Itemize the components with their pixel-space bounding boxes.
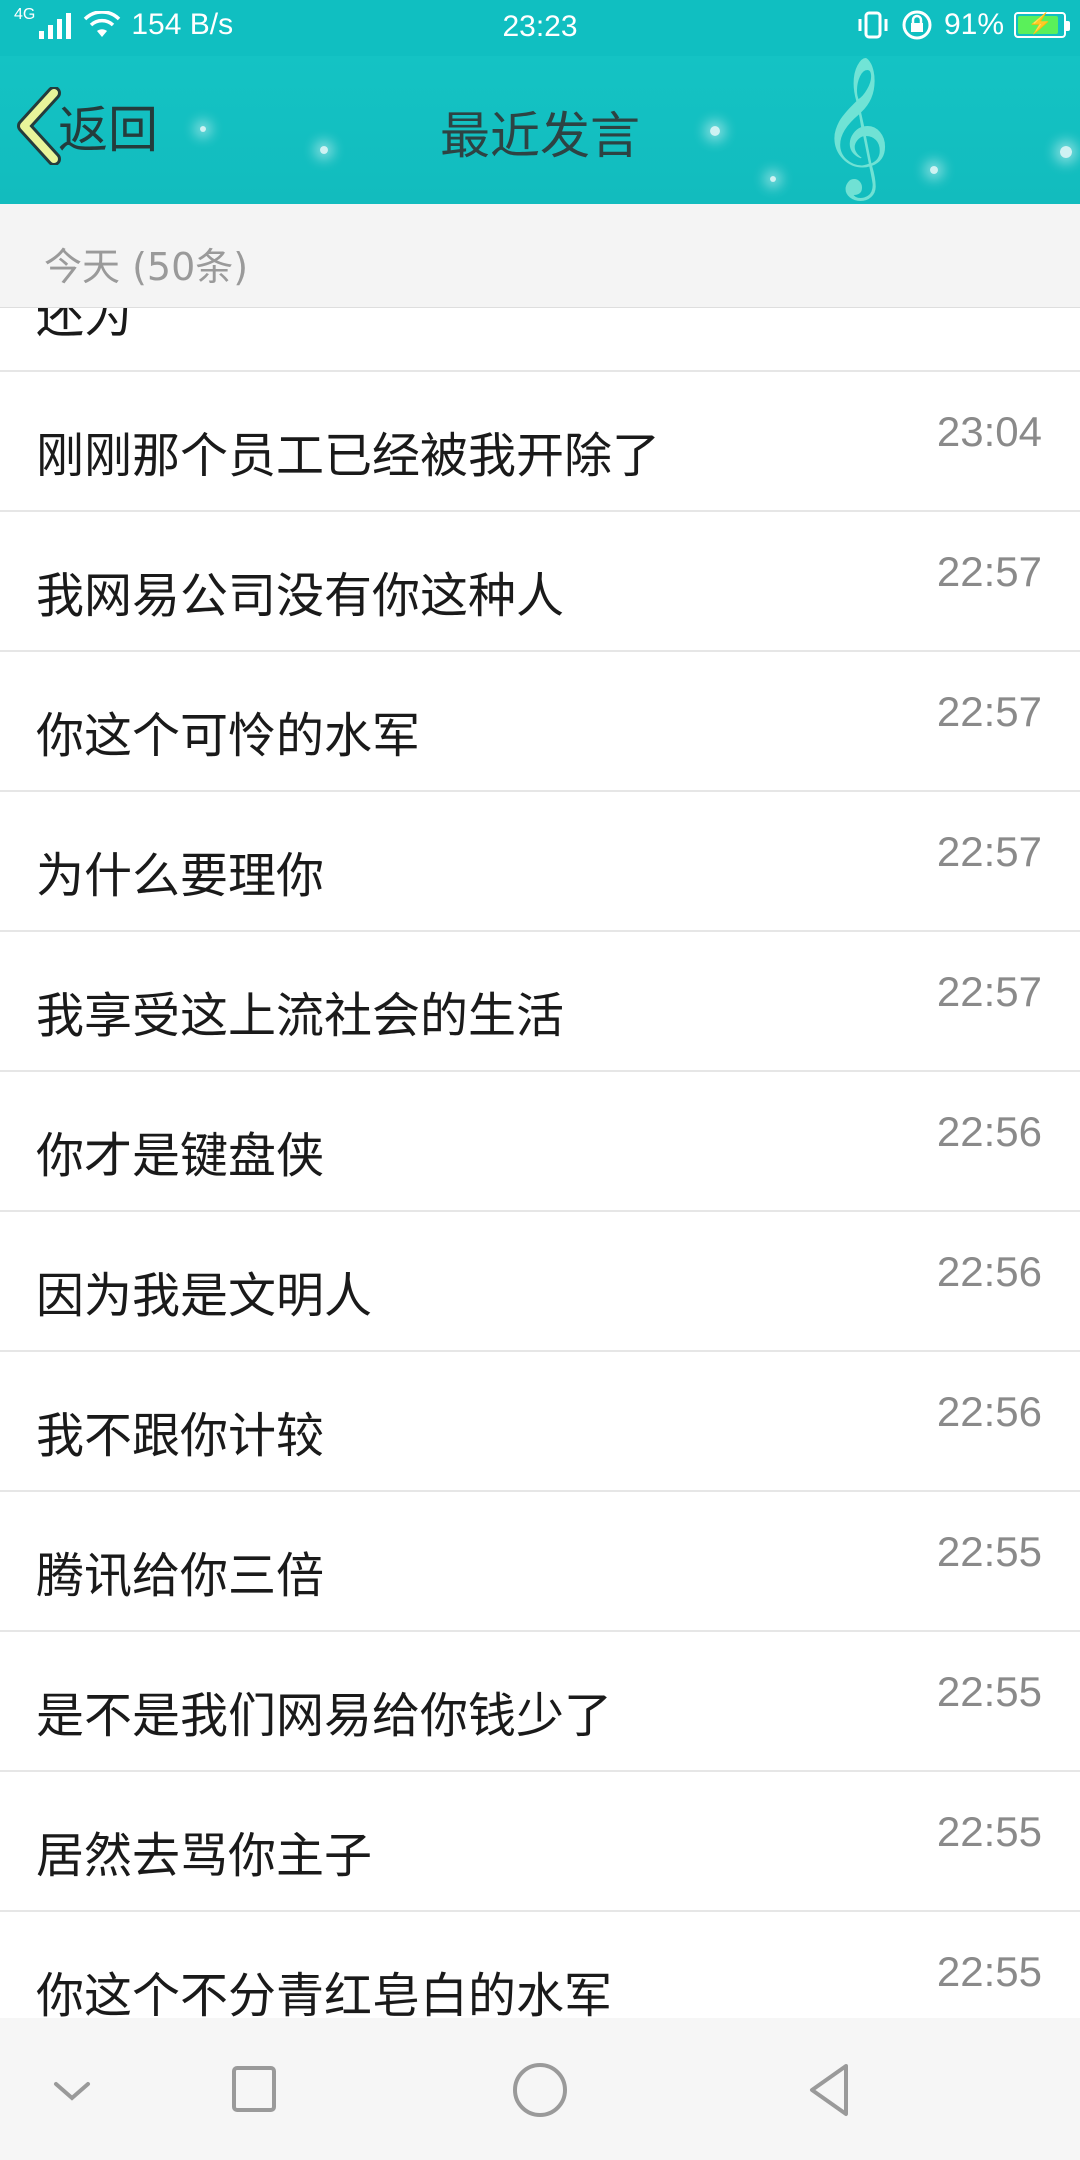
message-text: 为什么要理你 bbox=[36, 848, 325, 904]
message-time: 23:04 bbox=[937, 308, 1042, 316]
message-text: 你才是键盘侠 bbox=[36, 1128, 325, 1184]
message-row[interactable]: 是不是我们网易给你钱少了 22:55 bbox=[0, 1632, 1080, 1772]
message-row[interactable]: 你这个不分青红皂白的水军 22:55 bbox=[0, 1912, 1080, 2018]
vibrate-icon bbox=[858, 11, 888, 39]
message-row[interactable]: 你这个可怜的水军 22:57 bbox=[0, 652, 1080, 792]
message-row[interactable]: 我不跟你计较 22:56 bbox=[0, 1352, 1080, 1492]
message-time: 22:55 bbox=[936, 1668, 1042, 1715]
rotation-lock-icon bbox=[902, 10, 932, 40]
message-row[interactable]: 你才是键盘侠 22:56 bbox=[0, 1072, 1080, 1212]
section-label: 今天 (50条) bbox=[44, 245, 249, 289]
message-time: 22:55 bbox=[936, 1948, 1042, 1995]
message-time: 22:57 bbox=[936, 548, 1042, 595]
message-text: 因为我是文明人 bbox=[36, 1268, 373, 1324]
message-text: 是不是我们网易给你钱少了 bbox=[36, 1688, 613, 1744]
message-time: 22:56 bbox=[936, 1108, 1042, 1155]
message-time: 22:57 bbox=[936, 968, 1042, 1015]
status-right: 91% ⚡ bbox=[856, 8, 1070, 42]
message-text: 我享受这上流社会的生活 bbox=[36, 988, 565, 1044]
message-text: 居然去骂你主子 bbox=[36, 1828, 373, 1884]
hide-nav-chevron-icon[interactable] bbox=[32, 2050, 112, 2130]
message-time: 22:57 bbox=[936, 688, 1042, 735]
section-header: 今天 (50条) bbox=[0, 204, 1080, 308]
message-text: 我不跟你计较 bbox=[36, 1408, 325, 1464]
charging-icon: ⚡ bbox=[1027, 13, 1053, 35]
message-time: 22:55 bbox=[936, 1808, 1042, 1855]
message-row[interactable]: 还为 23:04 bbox=[0, 308, 1080, 372]
message-row[interactable]: 居然去骂你主子 22:55 bbox=[0, 1772, 1080, 1912]
message-time: 22:57 bbox=[936, 828, 1042, 875]
page-title: 最近发言 bbox=[440, 107, 640, 165]
battery-icon: ⚡ bbox=[1014, 12, 1070, 38]
message-row[interactable]: 我享受这上流社会的生活 22:57 bbox=[0, 932, 1080, 1072]
message-text: 你这个可怜的水军 bbox=[36, 708, 421, 764]
message-text: 腾讯给你三倍 bbox=[36, 1548, 325, 1604]
message-time: 22:56 bbox=[936, 1388, 1042, 1435]
system-nav-bar bbox=[0, 2018, 1080, 2160]
recents-square-icon[interactable] bbox=[214, 2050, 294, 2130]
message-row[interactable]: 我网易公司没有你这种人 22:57 bbox=[0, 512, 1080, 652]
message-text: 我网易公司没有你这种人 bbox=[36, 568, 565, 624]
message-row[interactable]: 因为我是文明人 22:56 bbox=[0, 1212, 1080, 1352]
message-list[interactable]: 还为 23:04 刚刚那个员工已经被我开除了 23:04 我网易公司没有你这种人 22:5… bbox=[0, 308, 1080, 2018]
message-row[interactable]: 腾讯给你三倍 22:55 bbox=[0, 1492, 1080, 1632]
app-header: 𝄞 返回 最近发言 bbox=[0, 56, 1080, 204]
message-time: 23:04 bbox=[936, 408, 1042, 455]
home-circle-icon[interactable] bbox=[500, 2050, 580, 2130]
message-text: 还为 bbox=[36, 308, 133, 344]
message-text: 你这个不分青红皂白的水军 bbox=[36, 1968, 613, 2018]
message-row[interactable]: 刚刚那个员工已经被我开除了 23:04 bbox=[0, 372, 1080, 512]
battery-percent: 91% bbox=[943, 8, 1004, 41]
sparkle-decoration bbox=[770, 176, 776, 182]
message-time: 22:55 bbox=[936, 1528, 1042, 1575]
back-triangle-icon[interactable] bbox=[790, 2050, 870, 2130]
message-row[interactable]: 为什么要理你 22:57 bbox=[0, 792, 1080, 932]
message-text: 刚刚那个员工已经被我开除了 bbox=[36, 428, 661, 484]
message-time: 22:56 bbox=[936, 1248, 1042, 1295]
status-bar: 4G 154 B/s 23:23 91% ⚡ bbox=[0, 0, 1080, 56]
